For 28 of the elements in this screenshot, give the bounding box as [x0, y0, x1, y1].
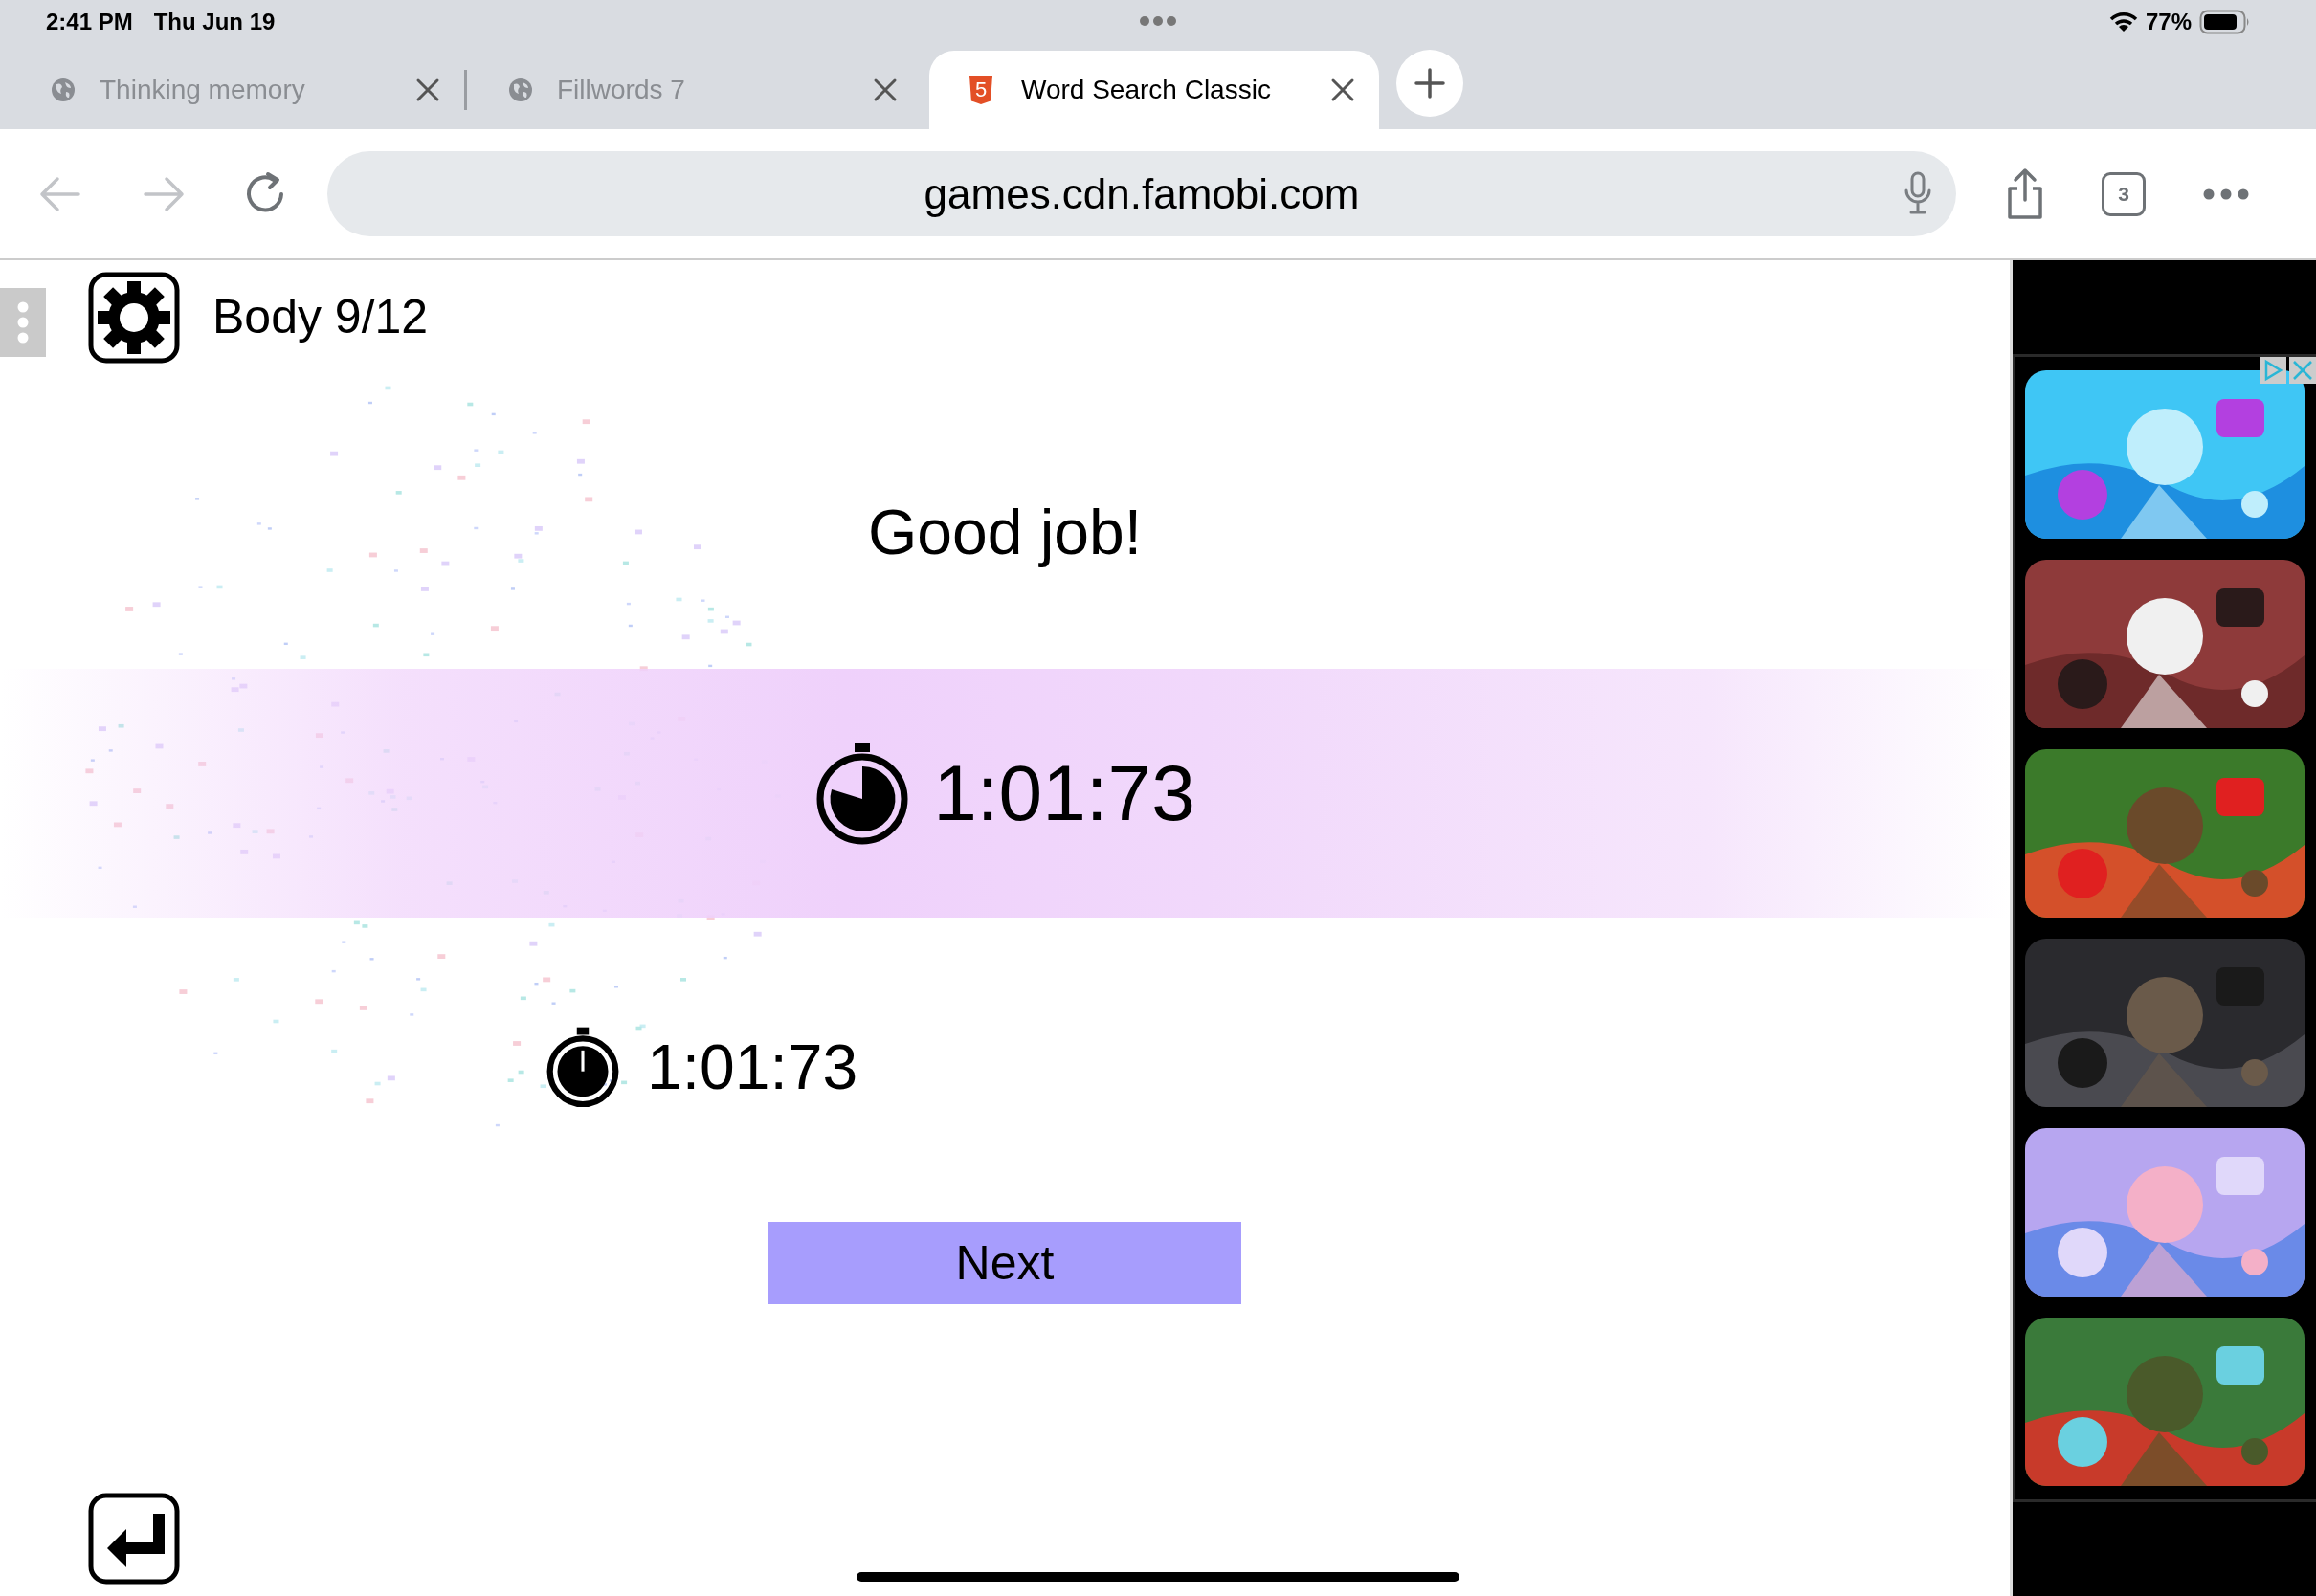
wifi-icon	[2108, 11, 2138, 33]
menu-handle[interactable]	[0, 288, 46, 357]
close-icon[interactable]	[1329, 77, 1356, 103]
stopwatch-icon	[546, 1025, 620, 1109]
html5-icon: 5	[969, 76, 992, 104]
settings-icon[interactable]	[88, 272, 180, 364]
more-icon[interactable]	[2203, 188, 2249, 200]
close-icon[interactable]	[872, 77, 899, 103]
battery-icon	[2199, 9, 2251, 34]
tab-count-button[interactable]: 3	[2102, 171, 2146, 216]
plus-icon[interactable]	[1414, 67, 1446, 100]
address-bar[interactable]: games.cdn.famobi.com	[327, 151, 1956, 236]
battery-percent: 77%	[2145, 8, 2192, 35]
elapsed-time: 1:01:73	[933, 748, 1195, 838]
level-label: Body 9/12	[212, 289, 429, 344]
browser-tab[interactable]: 5 Word Search Classic	[929, 51, 1379, 129]
globe-icon	[50, 77, 77, 103]
menu-dots-icon[interactable]	[16, 300, 30, 344]
best-time: 1:01:73	[647, 1031, 858, 1103]
microphone-icon[interactable]	[1904, 171, 1932, 215]
success-message: Good job!	[867, 496, 1143, 568]
status-date: Thu Jun 19	[153, 8, 276, 35]
multitask-icon[interactable]	[1139, 15, 1177, 27]
globe-icon	[507, 77, 534, 103]
status-time: 2:41 PM	[46, 8, 133, 35]
return-icon[interactable]	[88, 1493, 180, 1585]
next-button[interactable]: Next	[768, 1222, 1241, 1304]
close-icon[interactable]	[414, 77, 441, 103]
